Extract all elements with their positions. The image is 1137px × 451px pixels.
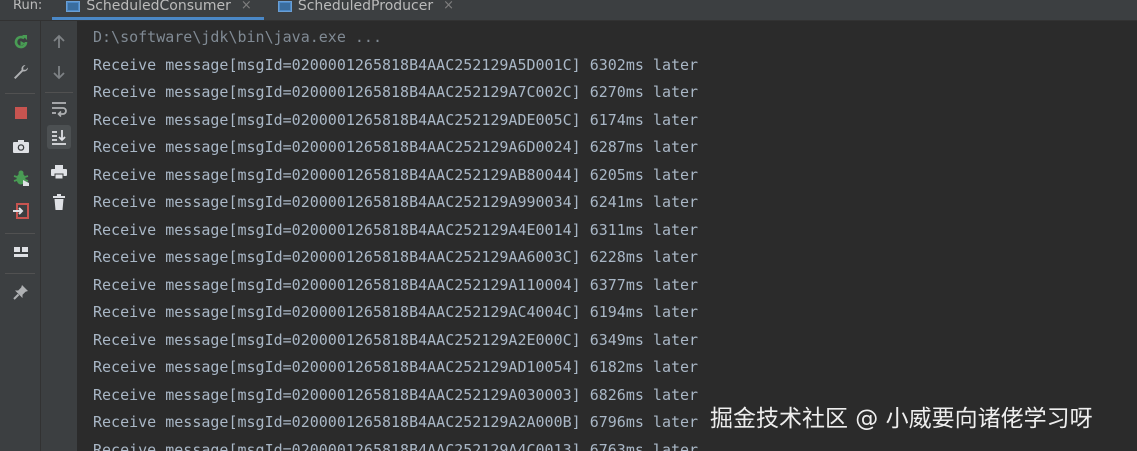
stop-icon[interactable] — [9, 101, 33, 125]
console-output[interactable]: D:\software\jdk\bin\java.exe ... Receive… — [79, 21, 1137, 451]
watermark: 掘金技术社区 @ 小威要向诸佬学习呀 — [710, 406, 1093, 432]
trash-icon[interactable] — [47, 190, 71, 214]
console-line: Receive message[msgId=0200001265818B4AAC… — [93, 111, 699, 129]
console-line: Receive message[msgId=0200001265818B4AAC… — [93, 386, 699, 404]
pin-icon[interactable] — [9, 280, 33, 304]
console-line: Receive message[msgId=0200001265818B4AAC… — [93, 413, 699, 431]
run-config-icon — [277, 1, 292, 12]
soft-wrap-icon[interactable] — [47, 96, 71, 120]
console-line: Receive message[msgId=0200001265818B4AAC… — [93, 331, 699, 349]
console-line: Receive message[msgId=0200001265818B4AAC… — [93, 248, 699, 266]
console-toolbar — [41, 21, 78, 451]
tab-scheduled-consumer[interactable]: ScheduledConsumer × — [52, 0, 264, 20]
console-line: Receive message[msgId=0200001265818B4AAC… — [93, 358, 699, 376]
console-line: Receive message[msgId=0200001265818B4AAC… — [93, 166, 699, 184]
run-label: Run: — [13, 0, 43, 13]
console-line: Receive message[msgId=0200001265818B4AAC… — [93, 83, 699, 101]
close-icon[interactable]: × — [241, 0, 252, 14]
run-actions-toolbar — [0, 21, 41, 451]
camera-icon[interactable] — [9, 134, 33, 158]
toolbar-separator — [5, 273, 35, 274]
console-line: Receive message[msgId=0200001265818B4AAC… — [93, 303, 699, 321]
debug-bug-icon[interactable] — [9, 166, 33, 190]
exit-icon[interactable] — [9, 199, 33, 223]
console-line: Receive message[msgId=0200001265818B4AAC… — [93, 221, 699, 239]
run-config-icon — [66, 1, 81, 12]
toolbar-separator — [5, 233, 35, 234]
console-line: Receive message[msgId=0200001265818B4AAC… — [93, 276, 699, 294]
wrench-icon[interactable] — [9, 60, 33, 84]
run-tab-bar: Run: ScheduledConsumer × ScheduledProduc… — [0, 0, 1137, 21]
close-icon[interactable]: × — [443, 0, 454, 14]
tab-label: ScheduledProducer — [297, 0, 434, 14]
toolbar-separator — [45, 92, 73, 93]
toolbar-separator — [5, 93, 35, 94]
run-tool-window: Run: ScheduledConsumer × ScheduledProduc… — [0, 0, 1137, 451]
console-line: Receive message[msgId=0200001265818B4AAC… — [93, 441, 699, 451]
tab-scheduled-producer[interactable]: ScheduledProducer × — [264, 0, 466, 20]
down-arrow-icon[interactable] — [47, 60, 71, 84]
scroll-to-end-icon[interactable] — [47, 125, 71, 149]
console-line: Receive message[msgId=0200001265818B4AAC… — [93, 193, 699, 211]
command-line: D:\software\jdk\bin\java.exe ... — [93, 28, 382, 46]
console-line: Receive message[msgId=0200001265818B4AAC… — [93, 138, 699, 156]
print-icon[interactable] — [47, 160, 71, 184]
layout-icon[interactable] — [9, 240, 33, 264]
tab-label: ScheduledConsumer — [86, 0, 231, 14]
rerun-icon[interactable] — [9, 30, 33, 54]
console-line: Receive message[msgId=0200001265818B4AAC… — [93, 56, 699, 74]
up-arrow-icon[interactable] — [47, 30, 71, 54]
